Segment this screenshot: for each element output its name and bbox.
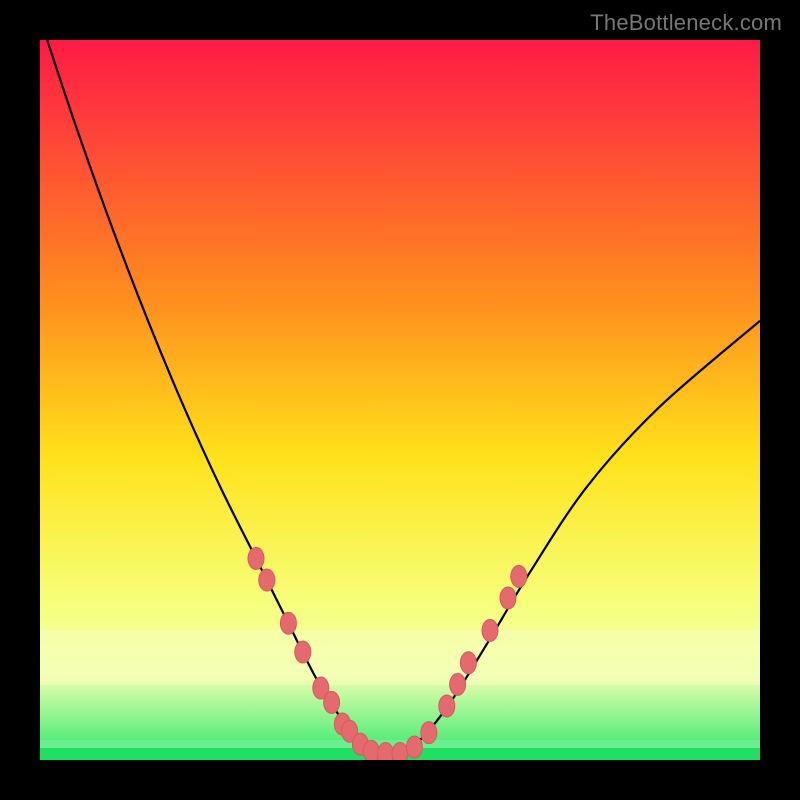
curve-marker [324,691,340,713]
curve-marker [378,743,394,760]
curve-marker [280,612,296,634]
curve-marker [248,547,264,569]
curve-marker [406,736,422,758]
curve-marker [500,587,516,609]
curve-marker [363,740,379,760]
curve-marker [511,565,527,587]
curve-marker [259,569,275,591]
curve-marker [450,673,466,695]
band-pale [40,630,760,685]
curve-marker [439,695,455,717]
plot-area [40,40,760,760]
curve-marker [460,652,476,674]
watermark-label: TheBottleneck.com [590,10,782,36]
curve-marker [421,722,437,744]
plot-svg [40,40,760,760]
curve-marker [392,743,408,760]
curve-marker [295,641,311,663]
curve-marker [482,619,498,641]
chart-frame: TheBottleneck.com [0,0,800,800]
